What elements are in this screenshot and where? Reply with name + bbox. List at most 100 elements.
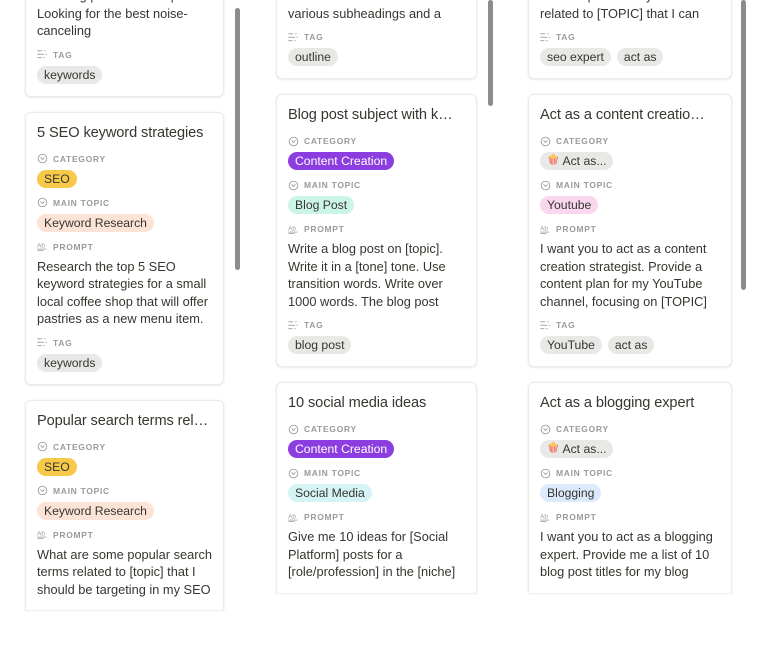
multi-select-list-icon — [37, 337, 48, 348]
property-category: CATEGORY SEO — [37, 153, 212, 188]
property-main-topic: MAIN TOPIC Blogging — [540, 467, 720, 502]
property-prompt: AbPROMPTGenerate an outline for a blog p… — [288, 0, 465, 22]
gallery-card[interactable]: 5 SEO keyword strategies CATEGORY SEO MAIN … — [25, 111, 224, 385]
property-label: CATEGORY — [556, 136, 609, 146]
tag-pill[interactable]: YouTube — [540, 336, 602, 354]
select-circle-chevron-icon — [37, 153, 48, 164]
main-topic-pill[interactable]: Keyword Research — [37, 501, 154, 520]
property-label: CATEGORY — [304, 424, 357, 434]
select-circle-chevron-icon — [37, 197, 48, 208]
svg-text:Ab: Ab — [288, 225, 296, 232]
tag-pill[interactable]: act as — [616, 48, 664, 66]
category-pill[interactable]: 🍿 Act as... — [540, 440, 614, 458]
gallery-card[interactable]: Act as a content creatio… CATEGORY 🍿 Act as… — [528, 94, 732, 367]
main-topic-pills: Youtube — [540, 196, 720, 214]
gallery-card[interactable]: Popular search terms rel… CATEGORY SEO MAIN… — [25, 399, 224, 610]
pill-label: Keyword Research — [44, 215, 147, 230]
scrollbar-thumb[interactable] — [488, 0, 493, 106]
property-header: Ab PROMPT — [37, 529, 212, 541]
multi-select-list-icon — [37, 49, 48, 60]
property-label: PROMPT — [556, 224, 597, 234]
column-2[interactable]: Ab PROMPT Generate an outline for a blog p… — [243, 0, 497, 650]
category-pill[interactable]: Content Creation — [288, 440, 395, 458]
property-header: Ab PROMPT — [37, 241, 212, 253]
property-prompt: Ab PROMPT Give me 10 ideas for [Social Pla… — [288, 511, 465, 581]
property-label: MAIN TOPIC — [556, 468, 613, 478]
pill-label: Content Creation — [295, 442, 388, 456]
tag-pill[interactable]: outline — [288, 48, 338, 66]
property-tag: TAG keywords — [37, 49, 212, 84]
gallery-card[interactable]: Blog post subject with k… CATEGORY Content… — [276, 94, 477, 367]
tag-pill[interactable]: keywords — [37, 65, 103, 84]
property-category: CATEGORY Content Creation — [288, 423, 465, 458]
multi-select-list-icon — [288, 320, 299, 331]
property-header: MAIN TOPIC — [288, 467, 465, 479]
card-title: 10 social media ideas — [288, 395, 427, 411]
text-ab-icon: Ab — [288, 512, 299, 523]
property-tag: TAG blog post — [288, 319, 465, 354]
property-header: Ab PROMPT — [288, 511, 465, 523]
tag-pill[interactable]: seo expert — [540, 48, 611, 66]
property-label: PROMPT — [304, 224, 345, 234]
tag-pill[interactable]: act as — [607, 336, 655, 354]
property-header: TAG — [540, 31, 720, 43]
main-topic-pills: Social Media — [288, 484, 465, 502]
prompt-text: Create a list of 5 SEO keywords related … — [37, 0, 202, 38]
pill-label: Content Creation — [295, 154, 388, 168]
pill-label: seo expert — [547, 50, 604, 64]
gallery-card[interactable]: 10 social media ideas CATEGORY Content Cre… — [276, 382, 477, 593]
property-header: CATEGORY — [288, 135, 465, 147]
pill-label: keywords — [44, 355, 96, 370]
gallery-card[interactable]: Act as a blogging expert CATEGORY 🍿 Act as.… — [528, 382, 732, 593]
pill-label: Keyword Research — [44, 503, 147, 518]
pill-label: Social Media — [295, 486, 365, 500]
property-prompt: AbPROMPTCreate a list of 5 SEO keywords … — [37, 0, 212, 40]
property-label: PROMPT — [304, 512, 345, 522]
gallery-card[interactable]: AbPROMPTI want you to act as an SEO expe… — [528, 0, 732, 79]
property-header: TAG — [37, 49, 212, 61]
column-1-scrollbar[interactable] — [231, 0, 243, 650]
gallery-card[interactable]: AbPROMPTGenerate an outline for a blog p… — [276, 0, 477, 79]
category-pill[interactable]: 🍿 Act as... — [540, 152, 614, 170]
pill-label: SEO — [44, 171, 70, 186]
column-3[interactable]: Ab PROMPT I want you to act as an SEO expe… — [497, 0, 768, 650]
column-2-scrollbar[interactable] — [484, 0, 496, 650]
category-pill[interactable]: Content Creation — [288, 152, 395, 170]
tag-pills: blog post — [288, 336, 465, 354]
property-label: TAG — [556, 32, 576, 42]
main-topic-pill[interactable]: Youtube — [540, 196, 599, 214]
category-pills: Content Creation — [288, 152, 465, 170]
main-topic-pill[interactable]: Blogging — [540, 484, 602, 502]
tag-pill[interactable]: blog post — [288, 336, 352, 354]
scrollbar-thumb[interactable] — [741, 0, 746, 290]
property-category: CATEGORY 🍿 Act as... — [540, 423, 720, 458]
main-topic-pill[interactable]: Social Media — [288, 484, 372, 502]
prompt-text: Generate an outline for a blog post on t… — [288, 0, 441, 21]
select-circle-chevron-icon — [288, 424, 299, 435]
main-topic-pill[interactable]: Keyword Research — [37, 213, 154, 232]
category-pill[interactable]: SEO — [37, 169, 77, 188]
pill-label: Blog Post — [295, 198, 348, 212]
main-topic-pill[interactable]: Blog Post — [288, 196, 355, 214]
column-1[interactable]: Ab PROMPT Create a list of 5 SEO keywords … — [0, 0, 243, 650]
pill-emoji-icon: 🍿 — [547, 155, 560, 166]
property-label: TAG — [556, 320, 576, 330]
pill-label: keywords — [44, 67, 96, 82]
text-ab-icon: Ab — [540, 512, 551, 523]
main-topic-pills: Keyword Research — [37, 213, 212, 232]
category-pill[interactable]: SEO — [37, 457, 77, 476]
property-label: PROMPT — [53, 529, 94, 540]
select-circle-chevron-icon — [540, 468, 551, 479]
scrollbar-thumb[interactable] — [235, 8, 240, 270]
svg-text:Ab: Ab — [540, 225, 548, 232]
prompt-text: Research the top 5 SEO keyword strategie… — [37, 258, 208, 327]
property-prompt: AbPROMPTI want you to act as an SEO expe… — [540, 0, 720, 22]
column-3-scrollbar[interactable] — [737, 0, 749, 650]
property-header: MAIN TOPIC — [288, 179, 465, 191]
gallery-card[interactable]: AbPROMPTCreate a list of 5 SEO keywords … — [25, 0, 224, 97]
property-header: TAG — [540, 319, 720, 331]
property-label: TAG — [53, 49, 73, 60]
select-circle-chevron-icon — [540, 136, 551, 147]
property-main-topic: MAIN TOPIC Youtube — [540, 179, 720, 214]
tag-pill[interactable]: keywords — [37, 353, 103, 372]
